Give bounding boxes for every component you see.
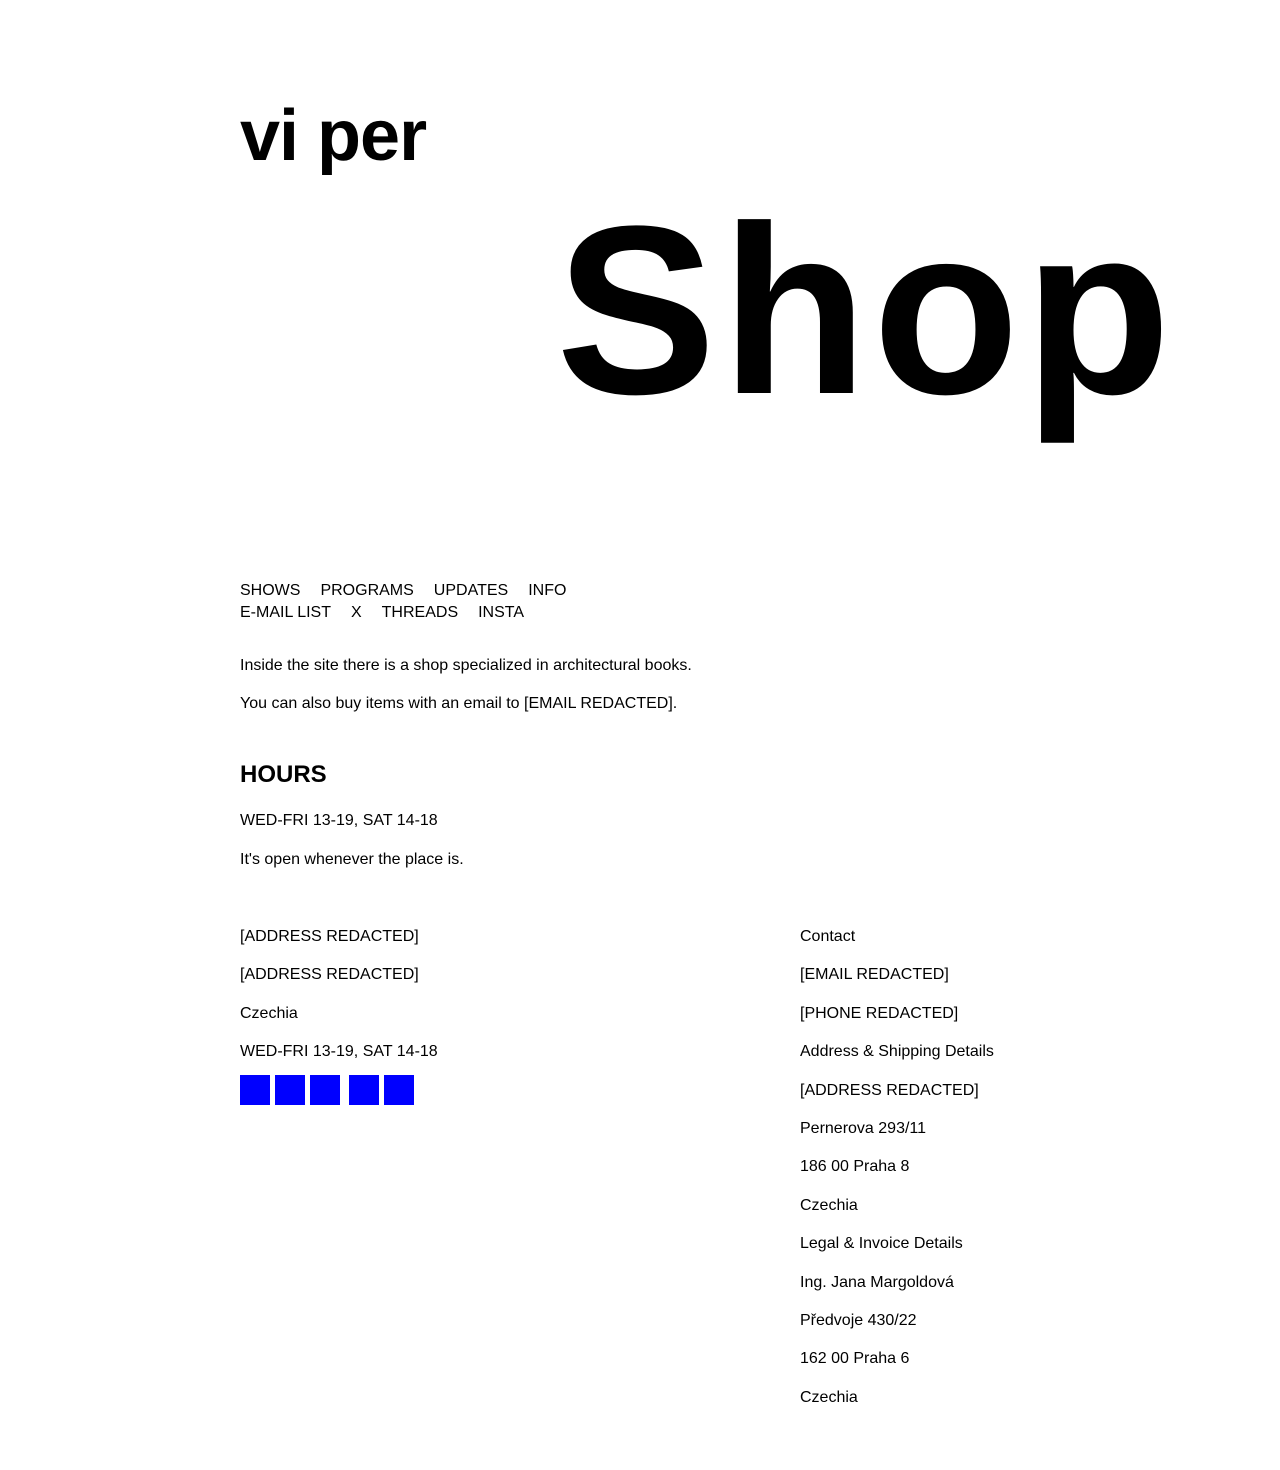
hours-note: It's open whenever the place is.: [240, 851, 464, 868]
nav-info-link[interactable]: INFO: [528, 580, 566, 602]
footer-country: Czechia: [240, 1004, 298, 1022]
nav-email-list-link[interactable]: E-MAIL LIST: [240, 602, 331, 624]
main-nav: SHOWS PROGRAMS UPDATES INFO E-MAIL LIST …: [240, 580, 586, 624]
social-icon-4[interactable]: [349, 1074, 379, 1105]
hours-heading: HOURS: [240, 761, 327, 788]
legal-street: Předvoje 430/22: [800, 1311, 917, 1329]
social-icon-3[interactable]: [310, 1074, 340, 1105]
footer-left: [ADDRESS REDACTED] [ADDRESS REDACTED] Cz…: [240, 926, 438, 1105]
nav-programs-link[interactable]: PROGRAMS: [320, 580, 413, 602]
intro-email-text: You can also buy items with an email to …: [240, 695, 678, 712]
hours-times: WED-FRI 13-19, SAT 14-18: [240, 812, 438, 829]
main-content: Inside the site there is a shop speciali…: [240, 655, 1040, 871]
nav-x-link[interactable]: X: [351, 602, 362, 624]
contact-email[interactable]: [EMAIL REDACTED]: [800, 964, 994, 986]
site-logo[interactable]: vi per: [240, 96, 427, 176]
legal-name: Ing. Jana Margoldová: [800, 1273, 954, 1291]
footer-right: Contact [EMAIL REDACTED] [PHONE REDACTED…: [800, 926, 994, 1425]
shipping-label: Address & Shipping Details: [800, 1043, 994, 1061]
contact-label: Contact: [800, 928, 856, 945]
social-icons: [240, 1074, 438, 1105]
social-icon-5[interactable]: [384, 1074, 414, 1105]
intro-text: Inside the site there is a shop speciali…: [240, 657, 692, 674]
shipping-address-line3: 186 00 Praha 8: [800, 1158, 910, 1176]
shipping-address-line1: [ADDRESS REDACTED]: [800, 1081, 979, 1099]
social-icon-2[interactable]: [275, 1074, 305, 1105]
nav-row-primary: SHOWS PROGRAMS UPDATES INFO: [240, 580, 586, 602]
legal-country: Czechia: [800, 1388, 858, 1406]
footer-hours: WED-FRI 13-19, SAT 14-18: [240, 1043, 438, 1061]
legal-label: Legal & Invoice Details: [800, 1235, 963, 1253]
shipping-country: Czechia: [800, 1196, 858, 1214]
shipping-address-line2: Pernerova 293/11: [800, 1119, 927, 1137]
nav-shows-link[interactable]: SHOWS: [240, 580, 300, 602]
nav-row-secondary: E-MAIL LIST X THREADS INSTA: [240, 602, 586, 624]
nav-updates-link[interactable]: UPDATES: [434, 580, 508, 602]
footer-address-line2: [ADDRESS REDACTED]: [240, 966, 419, 984]
page-title: Shop: [556, 176, 1176, 444]
nav-insta-link[interactable]: INSTA: [478, 602, 524, 624]
nav-threads-link[interactable]: THREADS: [382, 602, 458, 624]
legal-city: 162 00 Praha 6: [800, 1350, 910, 1368]
social-icon-1[interactable]: [240, 1074, 270, 1105]
contact-phone: [PHONE REDACTED]: [800, 1004, 959, 1022]
footer-address-line1: [ADDRESS REDACTED]: [240, 928, 419, 945]
